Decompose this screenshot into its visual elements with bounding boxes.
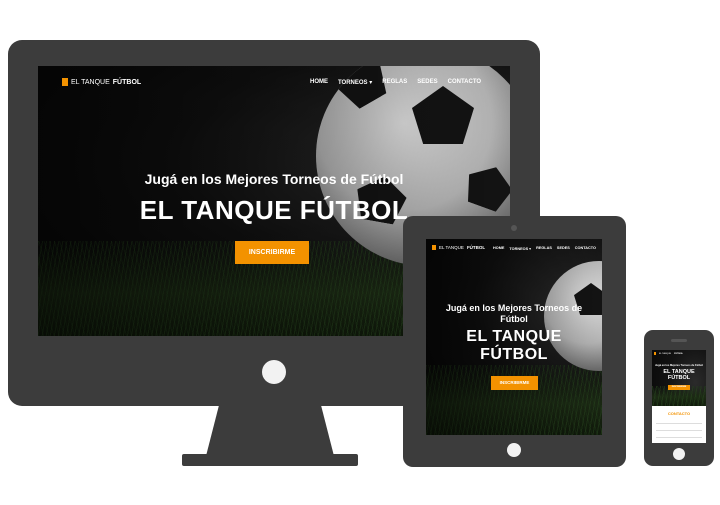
phone-device: EL TANQUE FÚTBOL Jugá en los Mejores Tor… (644, 330, 714, 466)
site-logo[interactable]: EL TANQUE FÚTBOL (432, 245, 485, 250)
tablet-device: EL TANQUE FÚTBOL HOME TORNEOS ▾ REGLAS S… (403, 216, 626, 467)
logo-text-bold: FÚTBOL (466, 245, 486, 250)
nav-item-sedes[interactable]: SEDES (417, 79, 437, 86)
site-logo[interactable]: EL TANQUE FÚTBOL (654, 352, 683, 355)
tablet-camera (511, 225, 517, 231)
hero-subtitle: Jugá en los Mejores Torneos de Fútbol (445, 303, 583, 324)
nav-item-torneos[interactable]: TORNEOS ▾ (509, 246, 531, 251)
hero-title: EL TANQUE FÚTBOL (426, 328, 602, 364)
nav-item-home[interactable]: HOME (493, 246, 504, 251)
hero-subtitle: Jugá en los Mejores Torneos de Fútbol (655, 364, 703, 367)
monitor-power-button (262, 360, 286, 384)
logo-icon (432, 245, 436, 250)
phone-screen: EL TANQUE FÚTBOL Jugá en los Mejores Tor… (652, 350, 706, 443)
hero-title-line-1: EL TANQUE (466, 328, 562, 345)
main-nav: HOME TORNEOS ▾ REGLAS SEDES CONTACTO (310, 79, 481, 86)
tablet-screen: EL TANQUE FÚTBOL HOME TORNEOS ▾ REGLAS S… (426, 239, 602, 435)
logo-text-bold: FÚTBOL (112, 78, 142, 86)
contact-title: CONTACTO (667, 411, 691, 416)
nav-item-home[interactable]: HOME (310, 79, 328, 86)
logo-icon (654, 352, 656, 355)
logo-icon (62, 78, 68, 86)
inscribirme-button[interactable]: INSCRIBIRME (668, 385, 690, 390)
nav-item-torneos[interactable]: TORNEOS ▾ (338, 79, 372, 86)
monitor-stand-base (182, 454, 358, 466)
nav-item-contacto[interactable]: CONTACTO (448, 79, 481, 86)
nav-item-contacto[interactable]: CONTACTO (575, 246, 596, 251)
nav-item-sedes[interactable]: SEDES (557, 246, 570, 251)
hero-subtitle: Jugá en los Mejores Torneos de Fútbol (144, 171, 404, 187)
logo-text-light: EL TANQUE (439, 245, 464, 250)
contact-section: CONTACTO (652, 406, 706, 443)
hero-title-line-2: FÚTBOL (480, 346, 548, 363)
contact-email-field[interactable] (656, 427, 702, 431)
logo-text-bold: FÚTBOL (674, 352, 683, 355)
nav-item-reglas[interactable]: REGLAS (382, 79, 407, 86)
phone-home-button (673, 448, 685, 460)
hero-title: EL TANQUE FÚTBOL (652, 369, 706, 381)
site-logo[interactable]: EL TANQUE FÚTBOL (62, 78, 141, 86)
monitor-stand-neck (206, 406, 334, 456)
hero-title-line-2: FÚTBOL (667, 375, 691, 381)
contact-name-field[interactable] (656, 420, 702, 424)
inscribirme-button[interactable]: INSCRIBIRME (235, 241, 309, 264)
tablet-home-button (507, 443, 521, 457)
inscribirme-button[interactable]: INSCRIBIRME (491, 376, 538, 390)
phone-speaker (671, 339, 687, 342)
nav-item-reglas[interactable]: REGLAS (536, 246, 552, 251)
logo-text-light: EL TANQUE (659, 352, 672, 355)
logo-text-light: EL TANQUE (71, 78, 110, 86)
contact-message-field[interactable] (656, 434, 702, 438)
main-nav: HOME TORNEOS ▾ REGLAS SEDES CONTACTO (493, 246, 596, 251)
